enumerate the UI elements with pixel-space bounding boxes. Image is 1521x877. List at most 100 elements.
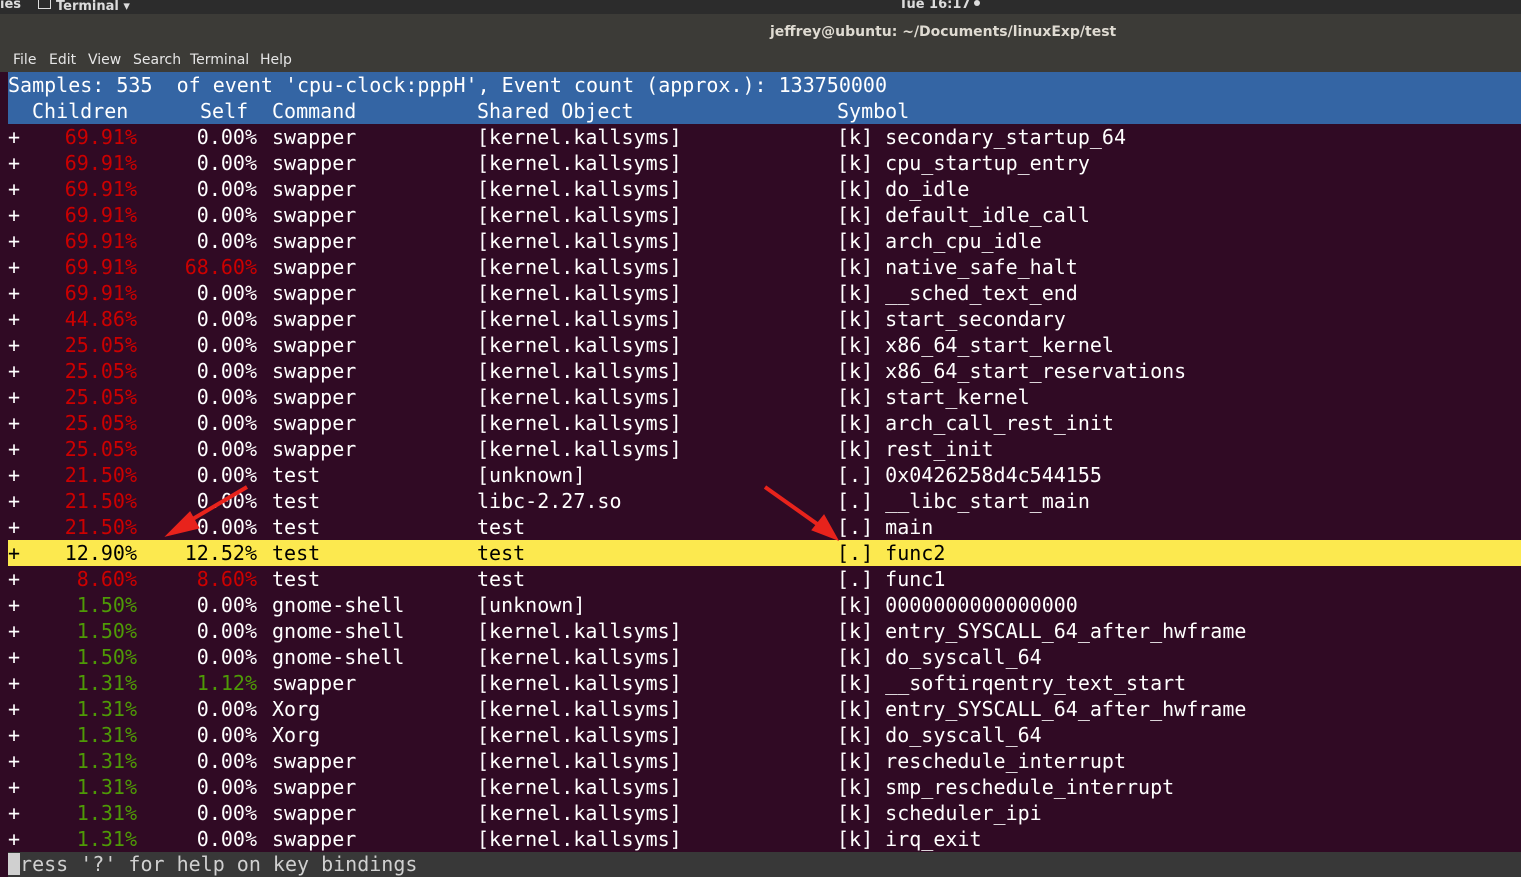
- expand-toggle[interactable]: +: [8, 228, 20, 254]
- table-row[interactable]: +21.50% 0.00% test test [.] main: [8, 514, 1521, 540]
- column-children[interactable]: Children: [32, 98, 128, 124]
- expand-toggle[interactable]: +: [8, 150, 20, 176]
- expand-toggle[interactable]: +: [8, 618, 20, 644]
- clock[interactable]: Tue 16:17: [899, 0, 981, 12]
- expand-toggle[interactable]: +: [8, 670, 20, 696]
- self-percent: 0.00%: [196, 177, 257, 201]
- expand-toggle[interactable]: +: [8, 722, 20, 748]
- symbol-name: [k] smp_reschedule_interrupt: [837, 775, 1175, 799]
- command-name: swapper: [272, 125, 357, 149]
- table-row[interactable]: +1.50% 0.00% gnome-shell [kernel.kallsyms] […: [8, 618, 1521, 644]
- table-row[interactable]: +25.05% 0.00% swapper [kernel.kallsyms] [k] …: [8, 332, 1521, 358]
- activities-button[interactable]: ies: [0, 0, 21, 12]
- expand-toggle[interactable]: +: [8, 358, 20, 384]
- table-row[interactable]: +69.91% 0.00% swapper [kernel.kallsyms] [k] …: [8, 202, 1521, 228]
- shared-object-name: test: [477, 515, 526, 539]
- expand-toggle[interactable]: +: [8, 176, 20, 202]
- table-row[interactable]: +1.50% 0.00% gnome-shell [kernel.kallsyms] […: [8, 644, 1521, 670]
- self-percent: 0.00%: [196, 437, 257, 461]
- expand-toggle[interactable]: +: [8, 280, 20, 306]
- table-row[interactable]: +69.91% 0.00% swapper [kernel.kallsyms] [k] …: [8, 124, 1521, 150]
- self-percent: 12.52%: [184, 541, 257, 565]
- app-menu-label: Terminal ▾: [56, 0, 130, 14]
- expand-toggle[interactable]: +: [8, 592, 20, 618]
- table-row[interactable]: +21.50% 0.00% test libc-2.27.so [.] __libc_s…: [8, 488, 1521, 514]
- self-percent: 1.12%: [196, 671, 257, 695]
- command-name: swapper: [272, 281, 357, 305]
- table-row[interactable]: +8.60% 8.60% test test [.] func1: [8, 566, 1521, 592]
- table-row[interactable]: +1.31% 0.00% swapper [kernel.kallsyms] [k] s…: [8, 800, 1521, 826]
- self-percent: 0.00%: [196, 411, 257, 435]
- table-row[interactable]: +25.05% 0.00% swapper [kernel.kallsyms] [k] …: [8, 436, 1521, 462]
- symbol-name: [k] cpu_startup_entry: [837, 151, 1090, 175]
- menu-help[interactable]: Help: [260, 52, 292, 68]
- self-percent: 0.00%: [196, 697, 257, 721]
- expand-toggle[interactable]: +: [8, 332, 20, 358]
- table-row[interactable]: +1.31% 1.12% swapper [kernel.kallsyms] [k] _…: [8, 670, 1521, 696]
- menu-file[interactable]: File: [13, 52, 36, 68]
- expand-toggle[interactable]: +: [8, 696, 20, 722]
- table-row[interactable]: +25.05% 0.00% swapper [kernel.kallsyms] [k] …: [8, 358, 1521, 384]
- menu-search[interactable]: Search: [133, 52, 181, 68]
- terminal-icon: [38, 0, 51, 9]
- expand-toggle[interactable]: +: [8, 748, 20, 774]
- command-name: Xorg: [272, 723, 321, 747]
- expand-toggle[interactable]: +: [8, 800, 20, 826]
- table-row-selected[interactable]: +12.90% 12.52% test test [.] func2: [8, 540, 1521, 566]
- expand-toggle[interactable]: +: [8, 436, 20, 462]
- expand-toggle[interactable]: +: [8, 202, 20, 228]
- column-symbol[interactable]: Symbol: [837, 98, 909, 124]
- table-row[interactable]: +1.31% 0.00% swapper [kernel.kallsyms] [k] s…: [8, 774, 1521, 800]
- menu-terminal[interactable]: Terminal: [190, 52, 249, 68]
- symbol-name: [k] scheduler_ipi: [837, 801, 1042, 825]
- expand-toggle[interactable]: +: [8, 774, 20, 800]
- symbol-name: [k] do_syscall_64: [837, 645, 1042, 669]
- window-titlebar[interactable]: jeffrey@ubuntu: ~/Documents/linuxExp/tes…: [0, 14, 1521, 48]
- table-row[interactable]: +1.50% 0.00% gnome-shell [unknown] [k] 00000…: [8, 592, 1521, 618]
- table-row[interactable]: +21.50% 0.00% test [unknown] [.] 0x0426258d4…: [8, 462, 1521, 488]
- command-name: test: [272, 567, 321, 591]
- menu-edit[interactable]: Edit: [49, 52, 76, 68]
- status-text: ress '?' for help on key bindings: [20, 852, 418, 876]
- expand-toggle[interactable]: +: [8, 410, 20, 436]
- expand-toggle[interactable]: +: [8, 384, 20, 410]
- command-name: swapper: [272, 203, 357, 227]
- terminal-view[interactable]: Samples: 535 of event 'cpu-clock:pppH', …: [8, 72, 1521, 877]
- table-row[interactable]: +69.91% 0.00% swapper [kernel.kallsyms] [k] …: [8, 228, 1521, 254]
- expand-toggle[interactable]: +: [8, 124, 20, 150]
- table-row[interactable]: +44.86% 0.00% swapper [kernel.kallsyms] [k] …: [8, 306, 1521, 332]
- table-row[interactable]: +69.91% 0.00% swapper [kernel.kallsyms] [k] …: [8, 176, 1521, 202]
- table-row[interactable]: +1.31% 0.00% Xorg [kernel.kallsyms] [k] do_s…: [8, 722, 1521, 748]
- table-row[interactable]: +25.05% 0.00% swapper [kernel.kallsyms] [k] …: [8, 410, 1521, 436]
- self-percent: 0.00%: [196, 593, 257, 617]
- table-row[interactable]: +69.91% 68.60% swapper [kernel.kallsyms] [k]…: [8, 254, 1521, 280]
- self-percent: 0.00%: [196, 385, 257, 409]
- table-row[interactable]: +1.31% 0.00% Xorg [kernel.kallsyms] [k] entr…: [8, 696, 1521, 722]
- expand-toggle[interactable]: +: [8, 644, 20, 670]
- self-percent: 0.00%: [196, 307, 257, 331]
- shared-object-name: [kernel.kallsyms]: [477, 229, 682, 253]
- menu-view[interactable]: View: [88, 52, 121, 68]
- self-percent: 0.00%: [196, 619, 257, 643]
- table-row[interactable]: +1.31% 0.00% swapper [kernel.kallsyms] [k] i…: [8, 826, 1521, 852]
- expand-toggle[interactable]: +: [8, 566, 20, 592]
- expand-toggle[interactable]: +: [8, 254, 20, 280]
- expand-toggle[interactable]: +: [8, 306, 20, 332]
- column-shared-object[interactable]: Shared Object: [477, 98, 634, 124]
- shared-object-name: [kernel.kallsyms]: [477, 281, 682, 305]
- table-row[interactable]: +69.91% 0.00% swapper [kernel.kallsyms] [k] …: [8, 280, 1521, 306]
- children-percent: 21.50%: [64, 489, 137, 513]
- table-row[interactable]: +25.05% 0.00% swapper [kernel.kallsyms] [k] …: [8, 384, 1521, 410]
- app-menu[interactable]: Terminal ▾: [38, 0, 130, 14]
- expand-toggle[interactable]: +: [8, 488, 20, 514]
- command-name: Xorg: [272, 697, 321, 721]
- command-name: gnome-shell: [272, 593, 405, 617]
- expand-toggle[interactable]: +: [8, 514, 20, 540]
- expand-toggle[interactable]: +: [8, 540, 20, 566]
- table-row[interactable]: +69.91% 0.00% swapper [kernel.kallsyms] [k] …: [8, 150, 1521, 176]
- table-row[interactable]: +1.31% 0.00% swapper [kernel.kallsyms] [k] r…: [8, 748, 1521, 774]
- expand-toggle[interactable]: +: [8, 826, 20, 852]
- column-command[interactable]: Command: [272, 98, 356, 124]
- expand-toggle[interactable]: +: [8, 462, 20, 488]
- column-self[interactable]: Self: [200, 98, 248, 124]
